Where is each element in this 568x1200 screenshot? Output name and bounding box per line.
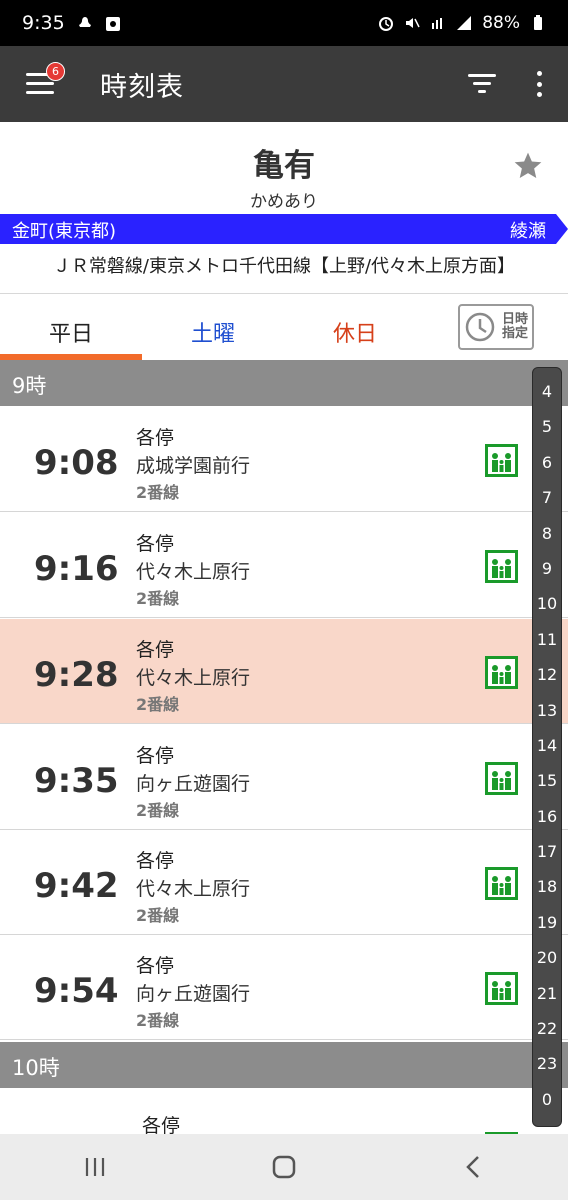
train-car-icon <box>485 656 518 689</box>
train-type: 各停 <box>136 745 175 767</box>
track-number: 2番線 <box>136 801 180 820</box>
station-kana: かめあり <box>250 192 318 212</box>
line-description: ＪＲ常磐線/東京メトロ千代田線【上野/代々木上原方面】 <box>52 256 516 277</box>
hour-index-item[interactable]: 20 <box>537 946 557 981</box>
train-type: 各停 <box>136 955 175 977</box>
hour-index-item[interactable]: 9 <box>542 557 552 592</box>
hour-index-item[interactable]: 7 <box>542 486 552 521</box>
date-time-button[interactable]: 日時 指定 <box>458 304 534 350</box>
hour-index-item[interactable]: 0 <box>542 1088 552 1123</box>
train-type: 各停 <box>136 850 175 872</box>
hour-index-item[interactable]: 4 <box>542 380 552 415</box>
filter-icon[interactable] <box>468 74 496 94</box>
hour-index-item[interactable]: 6 <box>542 451 552 486</box>
system-nav-bar <box>0 1134 568 1200</box>
track-number: 2番線 <box>136 906 180 925</box>
train-car-icon <box>485 550 518 583</box>
table-row[interactable]: 9:42 各停 代々木上原行 2番線 <box>0 830 568 935</box>
track-number: 2番線 <box>136 483 180 502</box>
table-row-current[interactable]: 9:28 各停 代々木上原行 2番線 <box>0 619 568 724</box>
destination: 代々木上原行 <box>136 667 251 689</box>
status-time: 9:35 <box>22 12 65 34</box>
tab-holiday[interactable]: 休日 <box>284 294 426 360</box>
status-bar: 9:35 88% <box>0 0 568 46</box>
departure-time: 9:16 <box>34 549 119 589</box>
table-row[interactable]: 9:35 各停 向ヶ丘遊園行 2番線 <box>0 725 568 830</box>
app-notification-icon <box>105 15 121 31</box>
hour-index-item[interactable]: 10 <box>537 592 557 627</box>
menu-button[interactable]: 6 <box>26 62 65 95</box>
hour-index-item[interactable]: 14 <box>537 734 557 769</box>
notification-icon <box>77 15 93 31</box>
departure-time: 9:28 <box>34 655 119 695</box>
hour-header-9: 9時 <box>0 360 568 406</box>
more-options-icon[interactable] <box>536 71 542 97</box>
notification-badge: 6 <box>46 62 65 81</box>
date-time-label: 日時 指定 <box>501 312 528 341</box>
departure-time: 9:35 <box>34 761 119 801</box>
clock-icon <box>465 312 495 342</box>
train-type: 各停 <box>136 533 175 555</box>
hour-index-item[interactable]: 22 <box>537 1017 557 1052</box>
hour-index-item[interactable]: 11 <box>537 628 557 663</box>
destination: 向ヶ丘遊園行 <box>136 773 251 795</box>
tab-saturday[interactable]: 土曜 <box>142 294 284 360</box>
train-type: 各停 <box>136 639 175 661</box>
mute-icon <box>404 15 420 31</box>
hour-index-item[interactable]: 15 <box>537 769 557 804</box>
battery-icon <box>530 15 546 31</box>
hour-index-item[interactable]: 12 <box>537 663 557 698</box>
app-bar: 6 時刻表 <box>0 46 568 122</box>
departure-time: 9:08 <box>34 443 119 483</box>
hour-index-scrollbar[interactable]: 4 5 6 7 8 9 10 11 12 13 14 15 16 17 18 19 20 21 22 23 0 <box>532 367 562 1127</box>
home-button[interactable] <box>264 1147 304 1187</box>
train-type: 各停 <box>136 427 175 449</box>
hour-index-item[interactable]: 16 <box>537 805 557 840</box>
table-row[interactable]: 9:16 各停 代々木上原行 2番線 <box>0 513 568 618</box>
station-name: 亀有 <box>253 148 315 184</box>
hour-header-10: 10時 <box>0 1042 568 1088</box>
star-icon[interactable] <box>512 150 544 182</box>
hour-index-item[interactable]: 23 <box>537 1052 557 1087</box>
departure-time: 9:42 <box>34 866 119 906</box>
table-row[interactable]: 9:54 各停 向ヶ丘遊園行 2番線 <box>0 935 568 1040</box>
track-number: 2番線 <box>136 1011 180 1030</box>
train-car-icon <box>485 972 518 1005</box>
line-direction-bar: 金町(東京都) 綾瀬 <box>0 214 568 244</box>
destination: 向ヶ丘遊園行 <box>136 983 251 1005</box>
track-number: 2番線 <box>136 589 180 608</box>
signal-icon <box>456 15 472 31</box>
destination: 成城学園前行 <box>136 455 251 477</box>
line-from-station: 金町(東京都) <box>12 221 117 242</box>
page-title: 時刻表 <box>100 71 184 103</box>
hour-index-item[interactable]: 5 <box>542 415 552 450</box>
destination: 代々木上原行 <box>136 878 251 900</box>
track-number: 2番線 <box>136 695 180 714</box>
train-car-icon <box>485 867 518 900</box>
hour-index-item[interactable]: 17 <box>537 840 557 875</box>
tab-weekday[interactable]: 平日 <box>0 294 142 360</box>
departure-time: 9:54 <box>34 971 119 1011</box>
network-icon <box>430 15 446 31</box>
hour-index-item[interactable]: 21 <box>537 982 557 1017</box>
back-button[interactable] <box>453 1147 493 1187</box>
hour-index-item[interactable]: 8 <box>542 522 552 557</box>
train-car-icon <box>485 444 518 477</box>
hour-index-item[interactable]: 13 <box>537 699 557 734</box>
line-to-station: 綾瀬 <box>510 221 546 242</box>
table-row[interactable]: 9:08 各停 成城学園前行 2番線 <box>0 407 568 512</box>
destination: 代々木上原行 <box>136 561 251 583</box>
hour-index-item[interactable]: 19 <box>537 911 557 946</box>
recent-apps-button[interactable] <box>75 1147 115 1187</box>
alarm-icon <box>378 15 394 31</box>
hour-index-item[interactable]: 18 <box>537 875 557 910</box>
battery-percent: 88% <box>482 13 520 33</box>
train-car-icon <box>485 762 518 795</box>
station-header: 亀有 かめあり <box>0 122 568 212</box>
